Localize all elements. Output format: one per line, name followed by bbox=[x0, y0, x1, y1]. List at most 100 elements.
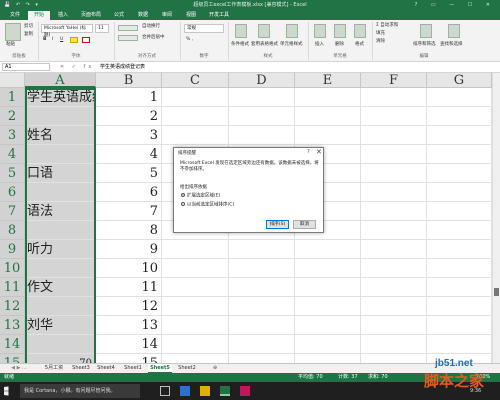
cell-empty[interactable] bbox=[361, 88, 427, 107]
cell-empty[interactable] bbox=[162, 316, 229, 335]
table-format-icon[interactable] bbox=[258, 24, 270, 38]
cell-b[interactable]: 3 bbox=[96, 126, 162, 145]
align-top-icon[interactable] bbox=[118, 25, 138, 31]
wrap-text-button[interactable]: 自动换行 bbox=[142, 24, 160, 30]
cell-empty[interactable] bbox=[361, 259, 427, 278]
cell-empty[interactable] bbox=[361, 145, 427, 164]
cell-empty[interactable] bbox=[229, 335, 295, 354]
cell-a[interactable]: 学生英语成绩 bbox=[25, 88, 96, 107]
paste-icon[interactable] bbox=[5, 23, 21, 41]
cell-b[interactable]: 4 bbox=[96, 145, 162, 164]
row-header[interactable]: 15 bbox=[0, 354, 25, 363]
cell-a[interactable]: 语法 bbox=[25, 202, 96, 221]
cell-empty[interactable] bbox=[229, 88, 295, 107]
cell-b[interactable]: 12 bbox=[96, 297, 162, 316]
cell-empty[interactable] bbox=[295, 278, 361, 297]
column-header-f[interactable]: F bbox=[361, 73, 427, 88]
tab-review[interactable]: 审阅 bbox=[156, 11, 178, 20]
row-header[interactable]: 2 bbox=[0, 107, 25, 126]
format-cells-button[interactable]: 格式 bbox=[355, 42, 364, 48]
row-header[interactable]: 12 bbox=[0, 297, 25, 316]
row-header[interactable]: 5 bbox=[0, 164, 25, 183]
sort-button[interactable]: 排序(S) bbox=[266, 220, 289, 229]
cell-a[interactable]: 口语 bbox=[25, 164, 96, 183]
fill-color-icon[interactable] bbox=[70, 37, 78, 43]
cell-b[interactable]: 1 bbox=[96, 88, 162, 107]
radio-expand-selection[interactable]: 扩展选定区域(E) bbox=[181, 193, 220, 200]
cell-empty[interactable] bbox=[361, 240, 427, 259]
cell-a[interactable]: 刘华 bbox=[25, 316, 96, 335]
fx-icon[interactable]: ✕ ✓ fx bbox=[60, 62, 94, 72]
cell-empty[interactable] bbox=[427, 297, 492, 316]
tab-home[interactable]: 开始 bbox=[28, 11, 50, 20]
cell-b[interactable]: 10 bbox=[96, 259, 162, 278]
cell-a[interactable] bbox=[25, 221, 96, 240]
delete-cells-button[interactable]: 删除 bbox=[335, 42, 344, 48]
cell-empty[interactable] bbox=[295, 126, 361, 145]
formula-input[interactable]: 学生英语成绩登记表 bbox=[100, 62, 145, 72]
windows-start-icon[interactable] bbox=[4, 386, 9, 396]
cell-empty[interactable] bbox=[427, 202, 492, 221]
cell-empty[interactable] bbox=[295, 240, 361, 259]
radio-current-selection[interactable]: 以当前选定区域排序(C) bbox=[181, 202, 234, 209]
row-header[interactable]: 1 bbox=[0, 88, 25, 107]
find-select-button[interactable]: 查找和选择 bbox=[440, 42, 463, 48]
scrollbar-thumb[interactable] bbox=[494, 288, 499, 296]
format-cells-icon[interactable] bbox=[354, 24, 366, 38]
cell-empty[interactable] bbox=[427, 164, 492, 183]
cell-a[interactable] bbox=[25, 259, 96, 278]
cell-empty[interactable] bbox=[361, 183, 427, 202]
cell-empty[interactable] bbox=[361, 316, 427, 335]
column-header-c[interactable]: C bbox=[162, 73, 229, 88]
find-select-icon[interactable] bbox=[448, 24, 460, 38]
cell-empty[interactable] bbox=[361, 202, 427, 221]
row-header[interactable]: 10 bbox=[0, 259, 25, 278]
cell-a[interactable]: 听力 bbox=[25, 240, 96, 259]
cell-empty[interactable] bbox=[229, 126, 295, 145]
cell-empty[interactable] bbox=[162, 259, 229, 278]
cell-b[interactable]: 15 bbox=[96, 354, 162, 363]
percent-button[interactable]: % , bbox=[186, 37, 193, 43]
sheet-tab-sheet5[interactable]: Sheet5 bbox=[148, 364, 172, 373]
cell-empty[interactable] bbox=[427, 335, 492, 354]
cell-empty[interactable] bbox=[427, 183, 492, 202]
vertical-scrollbar[interactable] bbox=[492, 73, 500, 363]
sheet-tab-sheet4[interactable]: Sheet4 bbox=[94, 364, 118, 373]
cell-empty[interactable] bbox=[229, 259, 295, 278]
cell-empty[interactable] bbox=[361, 107, 427, 126]
insert-cells-button[interactable]: 插入 bbox=[315, 42, 324, 48]
tab-page-layout[interactable]: 页面布局 bbox=[76, 11, 106, 20]
row-header[interactable]: 7 bbox=[0, 202, 25, 221]
add-sheet-icon[interactable]: ⊕ bbox=[210, 364, 220, 373]
cell-empty[interactable] bbox=[427, 88, 492, 107]
sheet-tab-sheet2[interactable]: Sheet2 bbox=[175, 364, 199, 373]
align-left-icon[interactable] bbox=[118, 35, 138, 41]
paste-button[interactable]: 粘贴 bbox=[6, 42, 15, 48]
row-header[interactable]: 3 bbox=[0, 126, 25, 145]
cell-empty[interactable] bbox=[427, 316, 492, 335]
cell-empty[interactable] bbox=[427, 278, 492, 297]
row-header[interactable]: 9 bbox=[0, 240, 25, 259]
cell-b[interactable]: 7 bbox=[96, 202, 162, 221]
tab-data[interactable]: 数据 bbox=[132, 11, 154, 20]
cell-a[interactable] bbox=[25, 145, 96, 164]
column-header-b[interactable]: B bbox=[96, 73, 162, 88]
cell-empty[interactable] bbox=[229, 354, 295, 363]
select-all-corner[interactable] bbox=[0, 73, 25, 88]
cell-b[interactable]: 6 bbox=[96, 183, 162, 202]
cell-empty[interactable] bbox=[295, 335, 361, 354]
sheet-tab-sheet3[interactable]: Sheet3 bbox=[70, 364, 92, 373]
file-explorer-icon[interactable] bbox=[200, 386, 210, 396]
row-header[interactable]: 13 bbox=[0, 316, 25, 335]
cell-a[interactable] bbox=[25, 183, 96, 202]
cell-empty[interactable] bbox=[229, 240, 295, 259]
cell-empty[interactable] bbox=[295, 354, 361, 363]
bold-button[interactable]: B bbox=[43, 37, 46, 43]
tab-formulas[interactable]: 公式 bbox=[108, 11, 130, 20]
cell-empty[interactable] bbox=[427, 107, 492, 126]
cell-empty[interactable] bbox=[427, 126, 492, 145]
cell-empty[interactable] bbox=[361, 335, 427, 354]
cell-b[interactable]: 14 bbox=[96, 335, 162, 354]
name-box[interactable]: A1 bbox=[2, 63, 50, 71]
cell-b[interactable]: 8 bbox=[96, 221, 162, 240]
